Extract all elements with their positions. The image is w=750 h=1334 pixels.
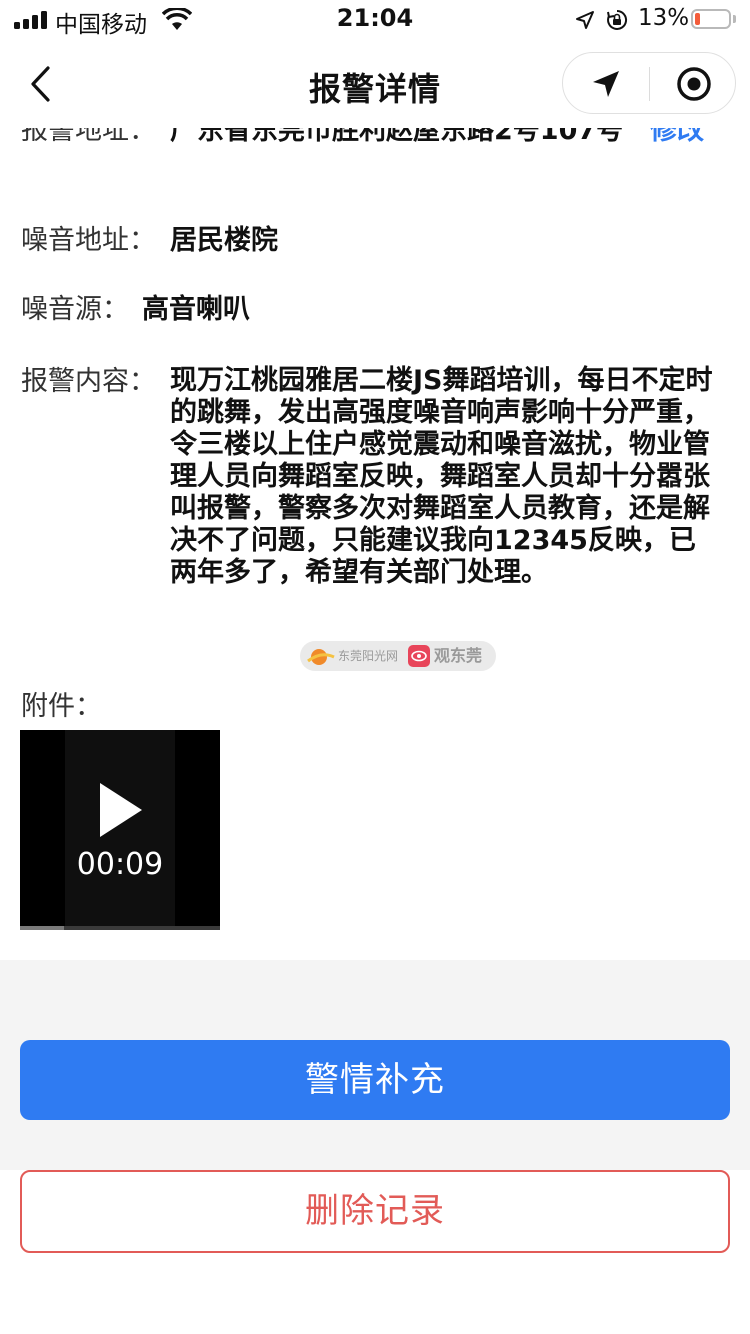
play-icon xyxy=(100,783,142,837)
noise-source-label: 噪音源： xyxy=(21,294,129,325)
delete-record-button[interactable]: 删除记录 xyxy=(20,1170,730,1253)
location-arrow-icon[interactable] xyxy=(589,67,623,101)
alarm-content-value: 现万江桃园雅居二楼JS舞蹈培训，每日不定时的跳舞，发出高强度噪音响声影响十分严重… xyxy=(170,365,713,588)
sun-logo-icon xyxy=(307,649,335,665)
battery-percent: 13% xyxy=(638,5,690,31)
video-progress-bar xyxy=(20,926,220,930)
alarm-detail-page: 报警地址： 广东省东莞市胜利赵屋东路2号107号 修改 噪音地址： 居民楼院 噪… xyxy=(0,0,750,1334)
battery-level-fill xyxy=(695,13,700,25)
video-duration: 00:09 xyxy=(76,847,164,882)
noise-source-value: 高音喇叭 xyxy=(142,294,250,325)
watermark-text-right: 观东莞 xyxy=(434,646,483,665)
record-circle-icon[interactable] xyxy=(675,65,713,103)
nav-bar: 报警详情 xyxy=(0,40,750,128)
location-services-icon xyxy=(576,11,594,29)
watermark-text-left: 东莞阳光网 xyxy=(338,649,399,663)
noise-address-label: 噪音地址： xyxy=(21,225,156,256)
status-bar: 中国移动 21:04 13% xyxy=(0,0,750,40)
noise-address-value: 居民楼院 xyxy=(170,225,278,256)
detail-content: 报警地址： 广东省东莞市胜利赵屋东路2号107号 修改 噪音地址： 居民楼院 噪… xyxy=(0,0,750,960)
video-attachment[interactable]: 00:09 xyxy=(20,730,220,930)
battery-cap xyxy=(733,15,736,23)
capsule-divider xyxy=(649,67,650,101)
battery-icon xyxy=(691,9,731,29)
video-progress-fill xyxy=(20,926,64,930)
watermark: 东莞阳光网 观东莞 xyxy=(300,641,496,671)
alarm-content-label: 报警内容： xyxy=(21,366,156,397)
attachment-label: 附件： xyxy=(21,691,102,722)
supplement-button[interactable]: 警情补充 xyxy=(20,1040,730,1120)
eye-logo-icon xyxy=(408,645,430,667)
orientation-lock-icon xyxy=(607,9,628,30)
mini-program-capsule xyxy=(562,52,736,114)
